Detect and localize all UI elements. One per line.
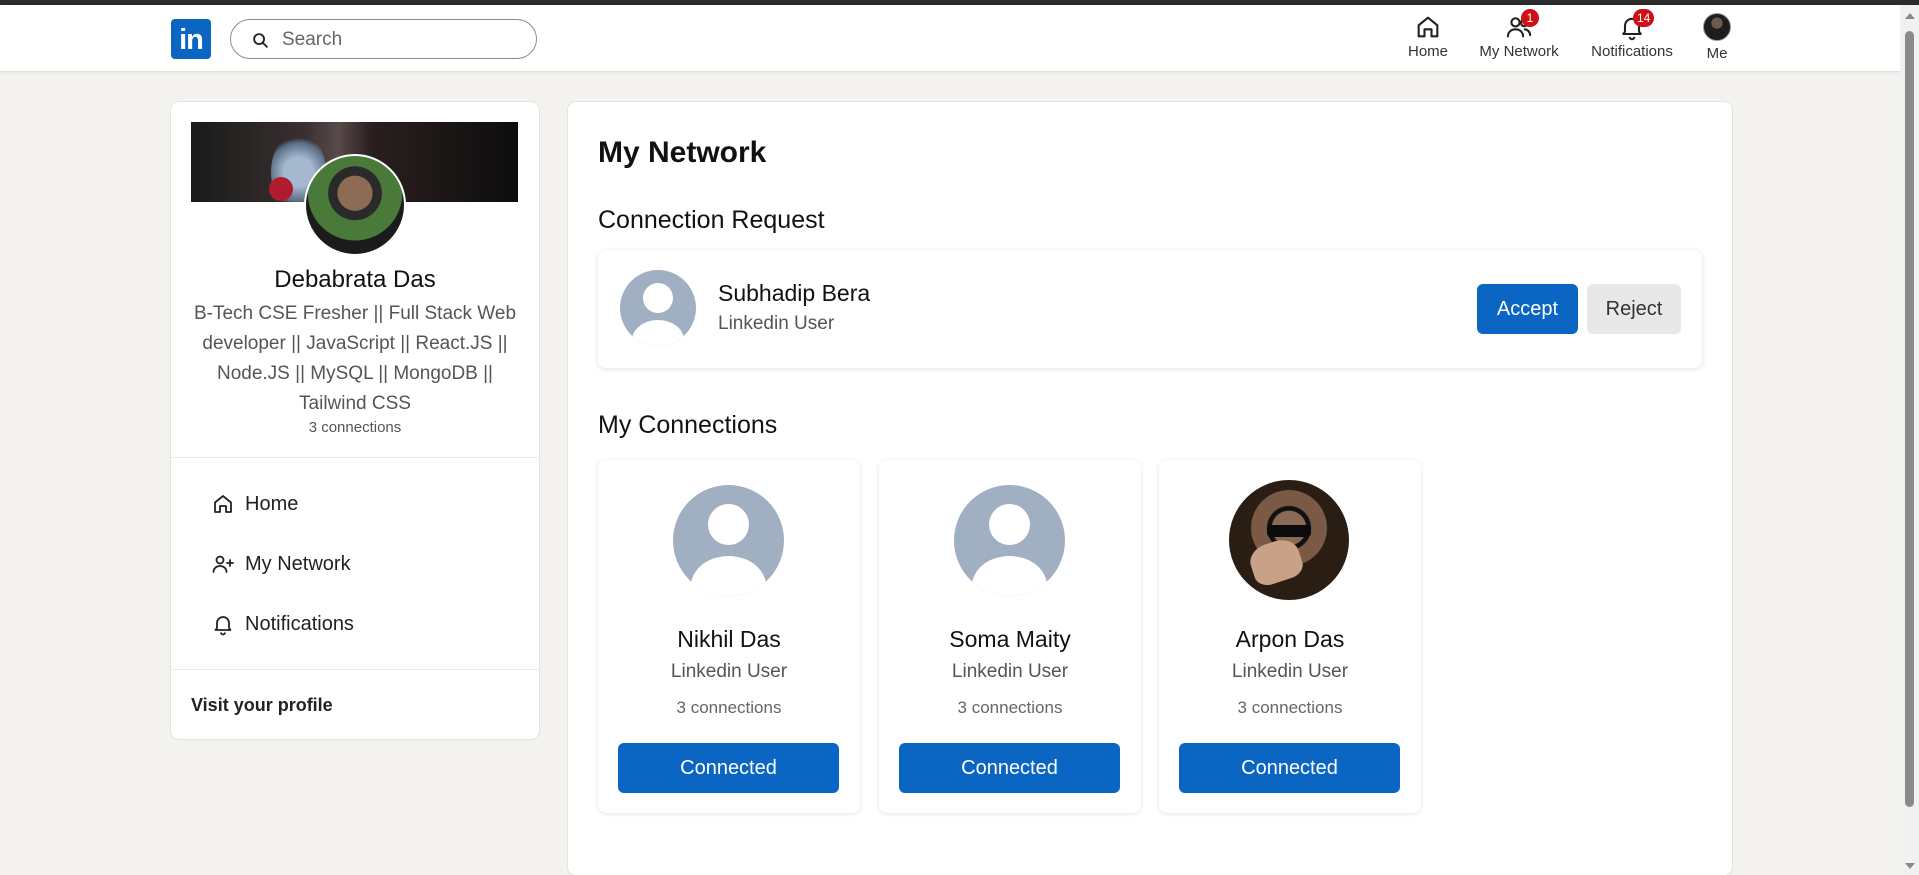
sidebar-item-label: Notifications xyxy=(245,612,354,635)
connection-card: Arpon Das Linkedin User 3 connections Co… xyxy=(1159,460,1421,813)
divider xyxy=(171,669,539,670)
connection-card: Nikhil Das Linkedin User 3 connections C… xyxy=(598,460,860,813)
reject-button[interactable]: Reject xyxy=(1587,284,1681,334)
connection-name: Arpon Das xyxy=(1235,626,1345,652)
profile-photo[interactable] xyxy=(304,154,406,256)
divider xyxy=(171,457,539,458)
nav-home-label: Home xyxy=(1407,43,1448,60)
page-title: My Network xyxy=(598,136,767,169)
nav-my-network-label: My Network xyxy=(1479,43,1559,60)
notifications-badge: 14 xyxy=(1633,9,1655,27)
my-connections-heading: My Connections xyxy=(598,411,778,439)
nav-notifications-label: Notifications xyxy=(1591,43,1673,60)
connection-name: Soma Maity xyxy=(949,626,1071,652)
connected-button[interactable]: Connected xyxy=(899,743,1120,793)
default-avatar-icon xyxy=(673,485,784,596)
sidebar-item-my-network[interactable]: My Network xyxy=(211,547,351,581)
default-avatar-icon xyxy=(954,485,1065,596)
network-icon: 1 xyxy=(1505,9,1539,41)
scrollbar[interactable] xyxy=(1900,5,1919,875)
scroll-down-arrow[interactable] xyxy=(1905,863,1915,869)
top-navbar: in Home 1 My Network 14 Notifications Me xyxy=(0,5,1900,72)
connection-card: Soma Maity Linkedin User 3 connections C… xyxy=(879,460,1141,813)
request-name: Subhadip Bera xyxy=(718,280,871,306)
connection-name: Nikhil Das xyxy=(677,626,781,652)
connection-count: 3 connections xyxy=(1237,698,1343,717)
scrollbar-thumb[interactable] xyxy=(1905,31,1914,807)
visit-profile-link[interactable]: Visit your profile xyxy=(191,695,333,716)
search-bar[interactable] xyxy=(230,19,537,59)
home-icon xyxy=(214,495,232,513)
sidebar-item-label: My Network xyxy=(245,552,351,575)
linkedin-logo[interactable]: in xyxy=(171,19,211,59)
connected-button[interactable]: Connected xyxy=(1179,743,1400,793)
nav-home[interactable]: Home xyxy=(1404,13,1452,69)
default-avatar-icon xyxy=(620,270,696,346)
profile-connections: 3 connections xyxy=(308,419,402,436)
connection-count: 3 connections xyxy=(676,698,782,717)
request-subtitle: Linkedin User xyxy=(718,313,835,334)
main-network-panel: My Network Connection Request Subhadip B… xyxy=(568,102,1732,875)
nav-me-label: Me xyxy=(1706,45,1728,62)
network-badge: 1 xyxy=(1521,9,1539,27)
connection-request-heading: Connection Request xyxy=(598,206,825,234)
connection-subtitle: Linkedin User xyxy=(670,661,788,682)
home-icon xyxy=(1414,13,1442,41)
avatar xyxy=(1703,13,1731,41)
search-icon xyxy=(253,33,268,48)
connection-request-card: Subhadip Bera Linkedin User Accept Rejec… xyxy=(598,250,1702,368)
nav-notifications[interactable]: 14 Notifications xyxy=(1587,9,1677,69)
sidebar-item-home[interactable]: Home xyxy=(211,487,298,521)
add-user-icon xyxy=(212,555,234,573)
connection-count: 3 connections xyxy=(957,698,1063,717)
search-input[interactable] xyxy=(282,27,522,53)
connection-subtitle: Linkedin User xyxy=(1231,661,1349,682)
accept-button[interactable]: Accept xyxy=(1477,284,1578,334)
connection-subtitle: Linkedin User xyxy=(951,661,1069,682)
sidebar-item-label: Home xyxy=(245,492,299,515)
connected-button[interactable]: Connected xyxy=(618,743,839,793)
connection-photo xyxy=(1229,480,1349,600)
nav-my-network[interactable]: 1 My Network xyxy=(1473,9,1565,69)
scroll-up-arrow[interactable] xyxy=(1905,13,1915,19)
bell-icon: 14 xyxy=(1618,9,1655,41)
profile-name: Debabrata Das xyxy=(274,266,436,293)
sidebar-item-notifications[interactable]: Notifications xyxy=(211,607,354,641)
bell-icon xyxy=(214,616,232,636)
nav-me[interactable]: Me xyxy=(1697,13,1737,69)
profile-card: Debabrata Das B-Tech CSE Fresher || Full… xyxy=(171,102,539,739)
profile-headline: B-Tech CSE Fresher || Full Stack Web dev… xyxy=(193,303,517,414)
